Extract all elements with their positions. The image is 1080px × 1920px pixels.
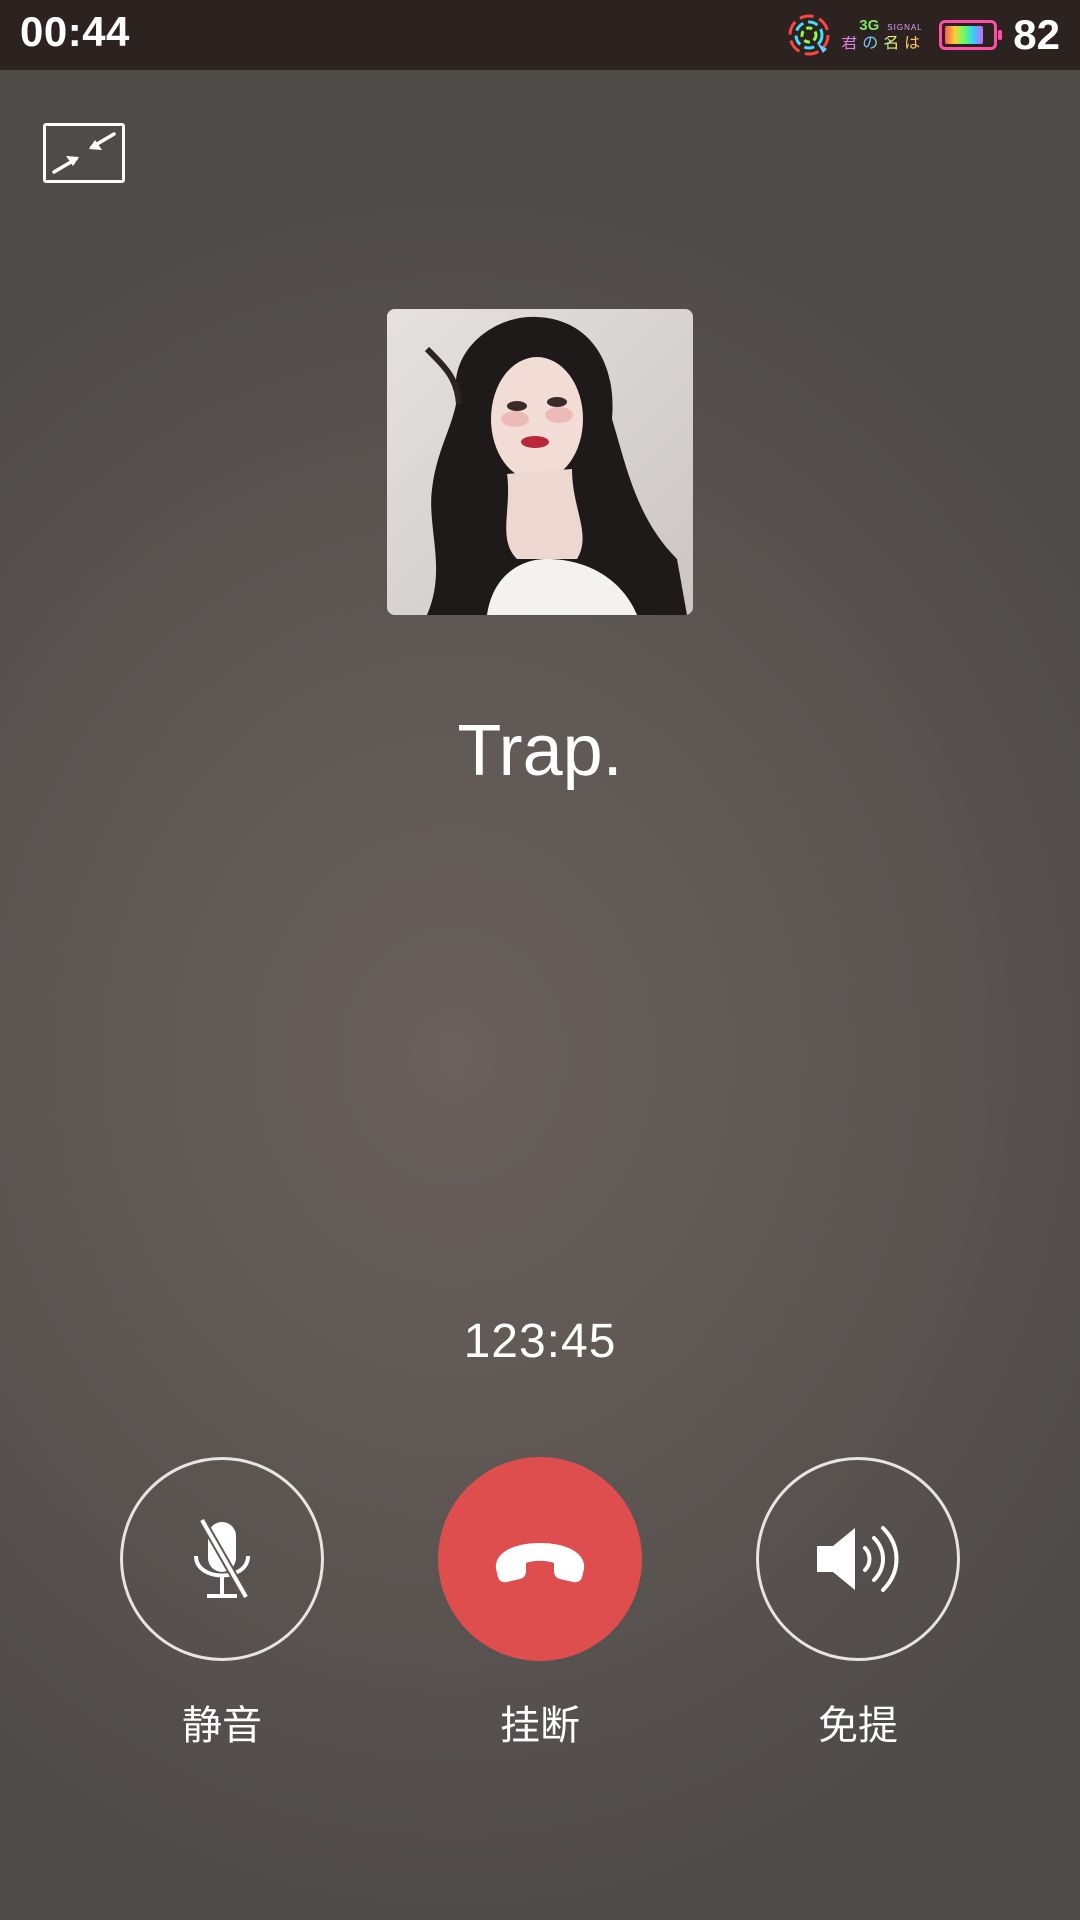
hangup-button[interactable] <box>438 1457 642 1661</box>
battery-icon <box>939 20 1003 50</box>
minimize-arrows-icon <box>52 132 116 174</box>
signal-icon <box>788 14 830 56</box>
phone-hangup-icon <box>495 1543 585 1583</box>
contact-avatar <box>387 309 693 615</box>
carrier-text: 君の名は <box>841 35 926 52</box>
speaker-button[interactable] <box>756 1457 960 1661</box>
minimize-button[interactable] <box>43 123 125 183</box>
network-indicator: 3G SIGNAL 君の名は <box>841 18 925 52</box>
battery-percent: 82 <box>1013 11 1060 58</box>
speaker-icon <box>817 1526 899 1592</box>
mute-button[interactable] <box>120 1457 324 1661</box>
mic-off-icon <box>194 1518 250 1599</box>
hangup-label: 挂断 <box>500 1703 580 1749</box>
mute-label: 静音 <box>182 1703 262 1749</box>
hangup-control: 挂断 <box>438 1457 642 1751</box>
status-indicators: 3G SIGNAL 君の名は 82 <box>787 10 1060 60</box>
network-signal-label: SIGNAL <box>887 23 923 32</box>
speaker-label: 免提 <box>818 1703 898 1749</box>
status-time: 00:44 <box>20 8 130 55</box>
network-type: 3G <box>859 17 880 34</box>
avatar-photo <box>387 309 693 615</box>
mute-control: 静音 <box>120 1457 324 1751</box>
battery-level-fill <box>945 26 984 44</box>
call-duration: 123:45 <box>463 1315 617 1368</box>
status-bar: 00:44 3G SIGNAL 君の名は 82 <box>0 0 1080 70</box>
contact-name: Trap. <box>457 711 623 791</box>
speaker-control: 免提 <box>756 1457 960 1751</box>
